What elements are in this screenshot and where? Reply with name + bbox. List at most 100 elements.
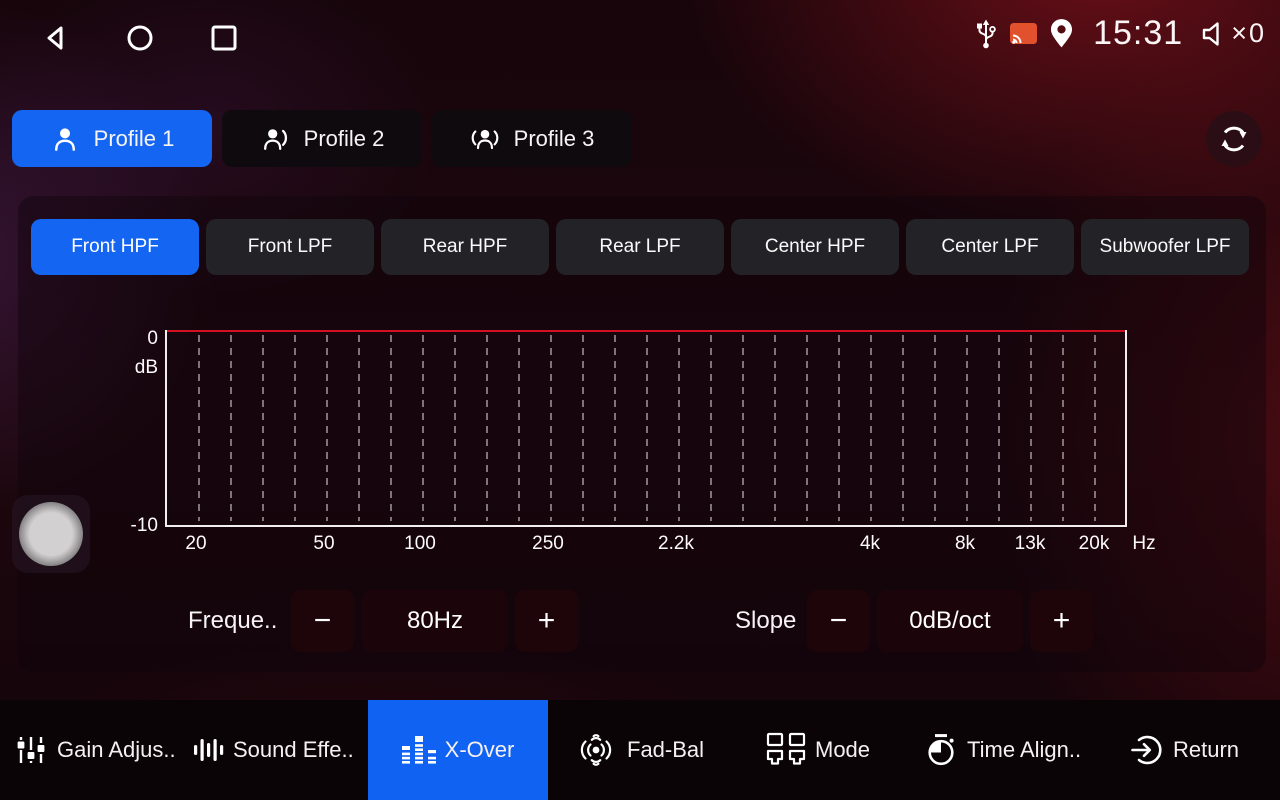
head-unit-screen: 15:31 × 0 Profile 1 Profile 2 <box>0 0 1280 800</box>
gridline <box>582 335 584 521</box>
nav-x-over[interactable]: X-Over <box>368 700 548 800</box>
nav-gain-adjust[interactable]: Gain Adjus.. <box>14 700 176 800</box>
tab-profile-2[interactable]: Profile 2 <box>222 110 422 167</box>
refresh-button[interactable] <box>1206 111 1262 167</box>
tab-center-lpf[interactable]: Center LPF <box>906 219 1074 275</box>
nav-fad-bal[interactable]: Fad-Bal <box>574 700 704 800</box>
x-tick-label: 250 <box>532 533 564 555</box>
refresh-icon <box>1218 123 1250 155</box>
recents-button[interactable] <box>206 20 242 56</box>
recents-icon <box>206 20 242 56</box>
tab-rear-hpf[interactable]: Rear HPF <box>381 219 549 275</box>
tab-front-lpf[interactable]: Front LPF <box>206 219 374 275</box>
usb-icon <box>973 16 999 52</box>
home-icon <box>122 20 158 56</box>
gridline <box>774 335 776 521</box>
filter-tab-label: Center LPF <box>941 236 1038 258</box>
gridline <box>326 335 328 521</box>
nav-label: Mode <box>815 737 870 763</box>
tab-rear-lpf[interactable]: Rear LPF <box>556 219 724 275</box>
frequency-plus-button[interactable]: + <box>515 590 578 652</box>
cast-icon <box>1009 22 1038 45</box>
filter-tab-label: Rear LPF <box>599 236 680 258</box>
tab-profile-1[interactable]: Profile 1 <box>12 110 212 167</box>
value-controls: Freque.. − 80Hz + Slope − 0dB/oct + <box>0 590 1280 652</box>
gridline <box>198 335 200 521</box>
waveform-icon <box>192 733 224 767</box>
gridline <box>614 335 616 521</box>
tab-subwoofer-lpf[interactable]: Subwoofer LPF <box>1081 219 1249 275</box>
person-icon <box>50 124 80 154</box>
tab-profile-3[interactable]: Profile 3 <box>432 110 632 167</box>
response-curve <box>167 330 1125 332</box>
gridline <box>262 335 264 521</box>
person-wave-icon <box>260 124 290 154</box>
mixer-icon <box>14 733 48 767</box>
gridline <box>998 335 1000 521</box>
y-axis-label-top: 0 <box>120 328 158 350</box>
x-tick-label: 8k <box>955 533 975 555</box>
nav-label: Fad-Bal <box>627 737 704 763</box>
nav-time-align[interactable]: Time Align.. <box>924 700 1081 800</box>
gridline <box>1030 335 1032 521</box>
slope-value: 0dB/oct <box>877 590 1023 652</box>
tab-front-hpf[interactable]: Front HPF <box>31 219 199 275</box>
gridline <box>454 335 456 521</box>
mute-symbol: × <box>1231 18 1247 49</box>
slope-label: Slope <box>735 590 796 652</box>
gridline <box>294 335 296 521</box>
volume-level: 0 <box>1249 18 1264 49</box>
gridline <box>934 335 936 521</box>
nav-sound-effect[interactable]: Sound Effe.. <box>192 700 354 800</box>
frequency-minus-button[interactable]: − <box>291 590 354 652</box>
gridline <box>518 335 520 521</box>
x-axis-ticks: 20501002502.2k4k8k13k20kHz <box>0 533 1280 561</box>
slope-minus-button[interactable]: − <box>807 590 870 652</box>
fad-bal-icon <box>574 732 618 768</box>
gridline <box>550 335 552 521</box>
xover-plot[interactable] <box>165 330 1127 527</box>
back-button[interactable] <box>38 20 74 56</box>
filter-tabs: Front HPF Front LPF Rear HPF Rear LPF Ce… <box>31 219 1249 275</box>
nav-label: Time Align.. <box>967 737 1081 763</box>
gridline <box>678 335 680 521</box>
x-tick-label: 20k <box>1079 533 1110 555</box>
volume-indicator[interactable]: × 0 <box>1199 18 1264 49</box>
gridline <box>1094 335 1096 521</box>
gridline <box>358 335 360 521</box>
filter-tab-label: Front HPF <box>71 236 159 258</box>
nav-label: Gain Adjus.. <box>57 737 176 763</box>
profile-tabs: Profile 1 Profile 2 Profile 3 <box>12 110 632 167</box>
slope-plus-button[interactable]: + <box>1030 590 1093 652</box>
gridline <box>1062 335 1064 521</box>
filter-tab-label: Front LPF <box>248 236 332 258</box>
home-button[interactable] <box>122 20 158 56</box>
nav-label: Return <box>1173 737 1239 763</box>
nav-label: X-Over <box>445 737 515 763</box>
tab-center-hpf[interactable]: Center HPF <box>731 219 899 275</box>
knob-icon <box>19 502 83 566</box>
x-tick-label: 100 <box>404 533 436 555</box>
gridline <box>230 335 232 521</box>
volume-knob-button[interactable] <box>12 495 90 573</box>
profile-tab-label: Profile 2 <box>304 126 385 152</box>
gridline <box>646 335 648 521</box>
gridline <box>806 335 808 521</box>
y-axis-unit: dB <box>114 357 158 379</box>
x-tick-label: Hz <box>1132 533 1155 555</box>
gridline <box>902 335 904 521</box>
x-tick-label: 4k <box>860 533 880 555</box>
speaker-muted-icon <box>1199 19 1229 49</box>
equalizer-icon <box>402 734 436 766</box>
nav-return[interactable]: Return <box>1130 700 1239 800</box>
mode-icon <box>766 732 806 768</box>
nav-label: Sound Effe.. <box>233 737 354 763</box>
status-bar: 15:31 × 0 <box>0 0 1280 76</box>
nav-mode[interactable]: Mode <box>766 700 870 800</box>
back-icon <box>38 20 74 56</box>
profile-tab-label: Profile 1 <box>94 126 175 152</box>
filter-tab-label: Rear HPF <box>423 236 507 258</box>
filter-tab-label: Subwoofer LPF <box>1100 236 1231 258</box>
x-tick-label: 13k <box>1015 533 1046 555</box>
x-tick-label: 2.2k <box>658 533 694 555</box>
